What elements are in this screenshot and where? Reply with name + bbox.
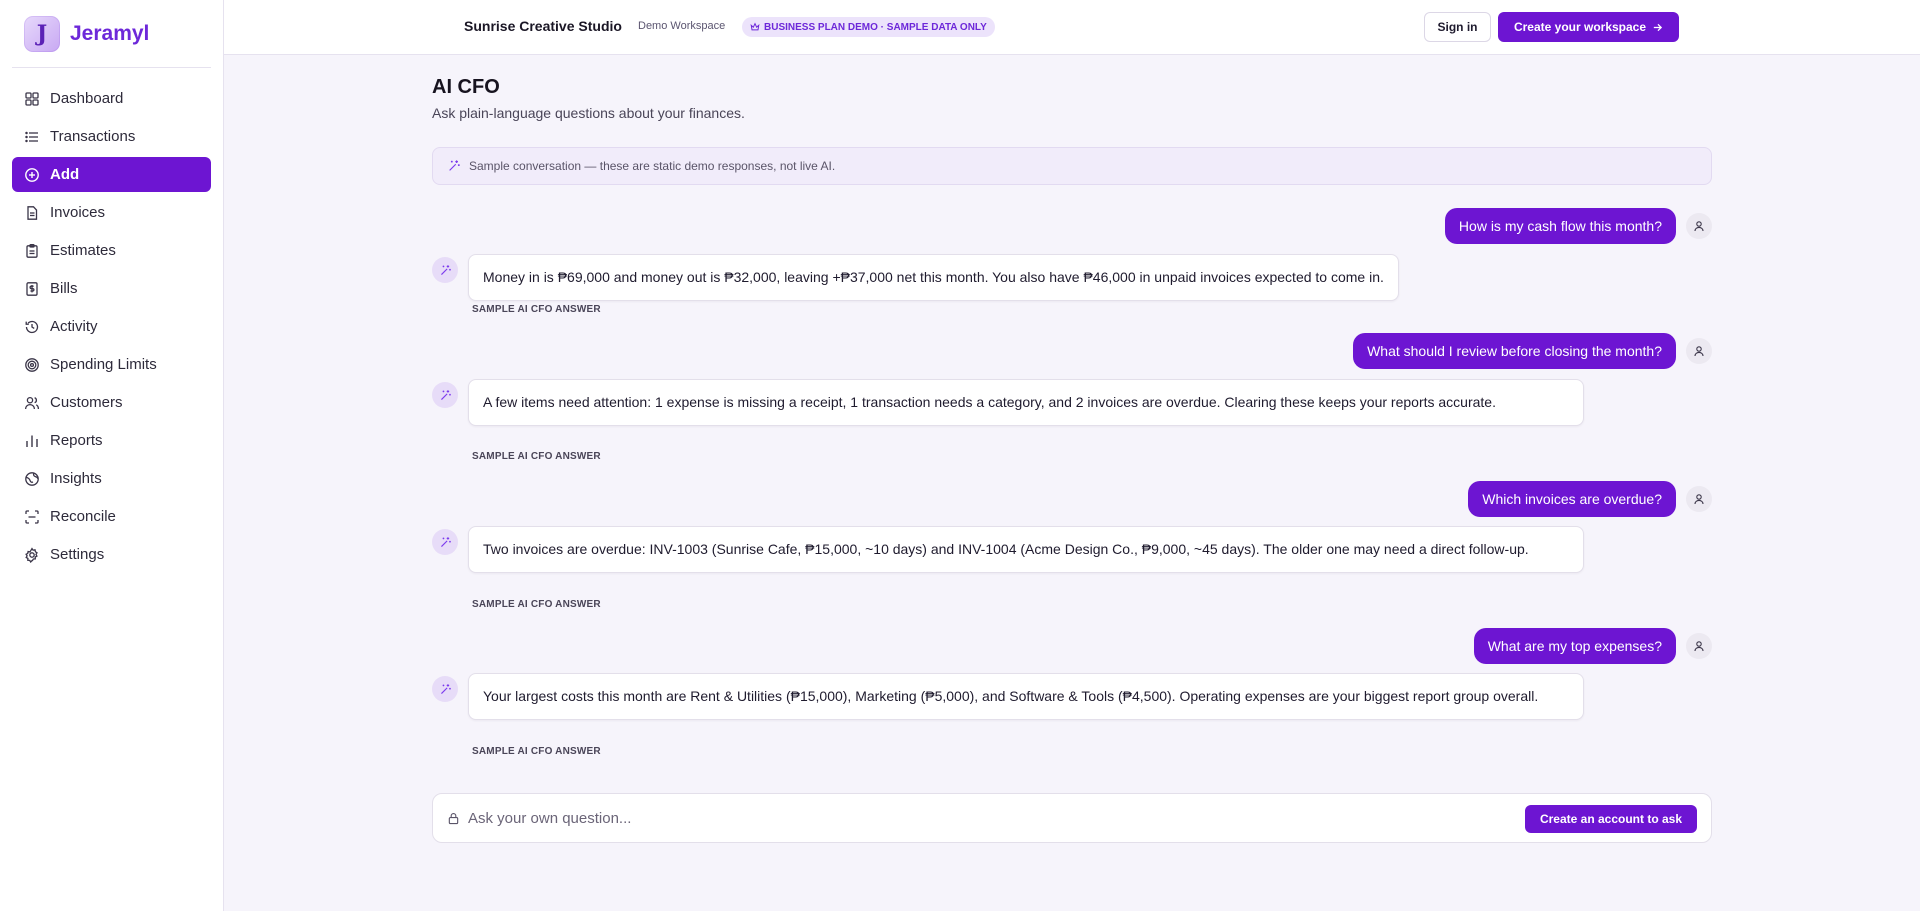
sidebar-item-label: Activity	[50, 318, 98, 335]
sidebar-item-bills[interactable]: Bills	[12, 271, 211, 306]
ai-answer-caption: SAMPLE AI CFO ANSWER	[472, 746, 601, 757]
brand-name: Jeramyl	[70, 21, 150, 45]
user-icon	[1694, 641, 1704, 652]
target-icon	[25, 357, 39, 372]
ai-answer-caption: SAMPLE AI CFO ANSWER	[472, 451, 601, 462]
user-avatar	[1686, 338, 1712, 364]
user-question: What should I review before closing the …	[1353, 333, 1676, 369]
page-subtitle: Ask plain-language questions about your …	[432, 105, 745, 121]
bar-chart-icon	[26, 435, 38, 447]
sidebar-item-invoices[interactable]: Invoices	[12, 195, 211, 230]
gear-icon	[25, 546, 38, 563]
file-icon	[27, 205, 38, 220]
brand-logo-letter: J	[36, 20, 48, 47]
sidebar-item-insights[interactable]: Insights	[12, 461, 211, 496]
ai-avatar	[432, 382, 458, 408]
sidebar-item-settings[interactable]: Settings	[12, 537, 211, 572]
sidebar-item-activity[interactable]: Activity	[12, 309, 211, 344]
demo-notice: Sample conversation — these are static d…	[432, 147, 1712, 185]
sidebar-item-transactions[interactable]: Transactions	[12, 119, 211, 154]
sidebar-item-label: Insights	[50, 470, 102, 487]
ai-answer: A few items need attention: 1 expense is…	[468, 379, 1584, 426]
sidebar-item-label: Estimates	[50, 242, 116, 259]
ai-answer: Money in is ₱69,000 and money out is ₱32…	[468, 254, 1399, 301]
sparkle-icon	[440, 264, 451, 275]
sidebar-item-dashboard[interactable]: Dashboard	[12, 81, 211, 116]
demo-notice-text: Sample conversation — these are static d…	[469, 159, 836, 173]
sidebar-item-label: Transactions	[50, 128, 136, 145]
sidebar-item-label: Reconcile	[50, 508, 116, 525]
user-avatar	[1686, 633, 1712, 659]
create-account-to-ask-button[interactable]: Create an account to ask	[1525, 805, 1697, 833]
user-avatar	[1686, 213, 1712, 239]
create-workspace-button[interactable]: Create your workspace	[1498, 12, 1679, 42]
plus-circle-icon	[25, 167, 39, 182]
page-title: AI CFO	[432, 76, 500, 98]
user-icon	[1694, 494, 1704, 505]
sidebar-item-spending-limits[interactable]: Spending Limits	[12, 347, 211, 382]
globe-icon	[25, 471, 39, 486]
user-icon	[1694, 346, 1704, 357]
business-name: Sunrise Creative Studio	[464, 18, 622, 34]
sidebar-item-estimates[interactable]: Estimates	[12, 233, 211, 268]
sidebar-item-reports[interactable]: Reports	[12, 423, 211, 458]
user-question: Which invoices are overdue?	[1468, 481, 1676, 517]
users-icon	[24, 396, 40, 409]
sign-in-button[interactable]: Sign in	[1424, 12, 1491, 42]
brand[interactable]: J Jeramyl	[12, 0, 211, 68]
sidebar-item-label: Invoices	[50, 204, 106, 221]
sidebar-item-label: Spending Limits	[50, 356, 157, 373]
ai-avatar	[432, 529, 458, 555]
ai-answer: Two invoices are overdue: INV-1003 (Sunr…	[468, 526, 1584, 573]
list-icon	[25, 131, 38, 142]
user-icon	[1694, 221, 1704, 232]
sidebar: J Jeramyl Dashboard Transactions Add Inv…	[0, 0, 224, 911]
sparkle-icon	[440, 536, 451, 547]
grid-icon	[25, 91, 39, 106]
sidebar-item-label: Add	[50, 166, 80, 183]
sparkle-icon	[440, 683, 451, 694]
top-bar: Sunrise Creative Studio Demo Workspace B…	[224, 0, 1920, 55]
sparkle-icon	[440, 389, 451, 400]
sidebar-item-label: Dashboard	[50, 90, 124, 107]
ask-question-box: Create an account to ask	[432, 793, 1712, 843]
history-icon	[25, 320, 39, 333]
user-avatar	[1686, 486, 1712, 512]
sidebar-item-reconcile[interactable]: Reconcile	[12, 499, 211, 534]
sidebar-item-label: Bills	[50, 280, 78, 297]
sidebar-nav: Dashboard Transactions Add Invoices Esti…	[0, 68, 223, 572]
arrow-right-icon	[1653, 23, 1663, 31]
demo-badge-label: BUSINESS PLAN DEMO · SAMPLE DATA ONLY	[764, 21, 987, 33]
sparkle-icon	[449, 160, 460, 171]
lock-icon	[448, 812, 459, 824]
receipt-icon	[26, 281, 38, 296]
sidebar-item-label: Settings	[50, 546, 105, 563]
user-message: What should I review before closing the …	[1353, 333, 1712, 369]
sidebar-item-label: Reports	[50, 432, 103, 449]
ai-answer-caption: SAMPLE AI CFO ANSWER	[472, 599, 601, 610]
ai-avatar	[432, 676, 458, 702]
user-question: What are my top expenses?	[1473, 628, 1676, 664]
user-question: How is my cash flow this month?	[1444, 208, 1676, 244]
create-workspace-label: Create your workspace	[1513, 20, 1647, 34]
ai-answer: Your largest costs this month are Rent &…	[468, 673, 1584, 720]
user-message: How is my cash flow this month?	[1444, 208, 1712, 244]
sidebar-item-add[interactable]: Add	[12, 157, 211, 192]
demo-badge: BUSINESS PLAN DEMO · SAMPLE DATA ONLY	[742, 17, 995, 37]
crown-icon	[750, 22, 760, 31]
user-message: What are my top expenses?	[1473, 628, 1712, 664]
sidebar-item-customers[interactable]: Customers	[12, 385, 211, 420]
clipboard-icon	[26, 243, 38, 258]
workspace-label: Demo Workspace	[638, 20, 726, 32]
scan-icon	[25, 509, 39, 524]
user-message: Which invoices are overdue?	[1468, 481, 1712, 517]
brand-logo: J	[24, 15, 60, 52]
sidebar-item-label: Customers	[50, 394, 123, 411]
ai-answer-caption: SAMPLE AI CFO ANSWER	[472, 304, 601, 315]
ask-question-input[interactable]	[468, 809, 1368, 827]
ai-avatar	[432, 257, 458, 283]
